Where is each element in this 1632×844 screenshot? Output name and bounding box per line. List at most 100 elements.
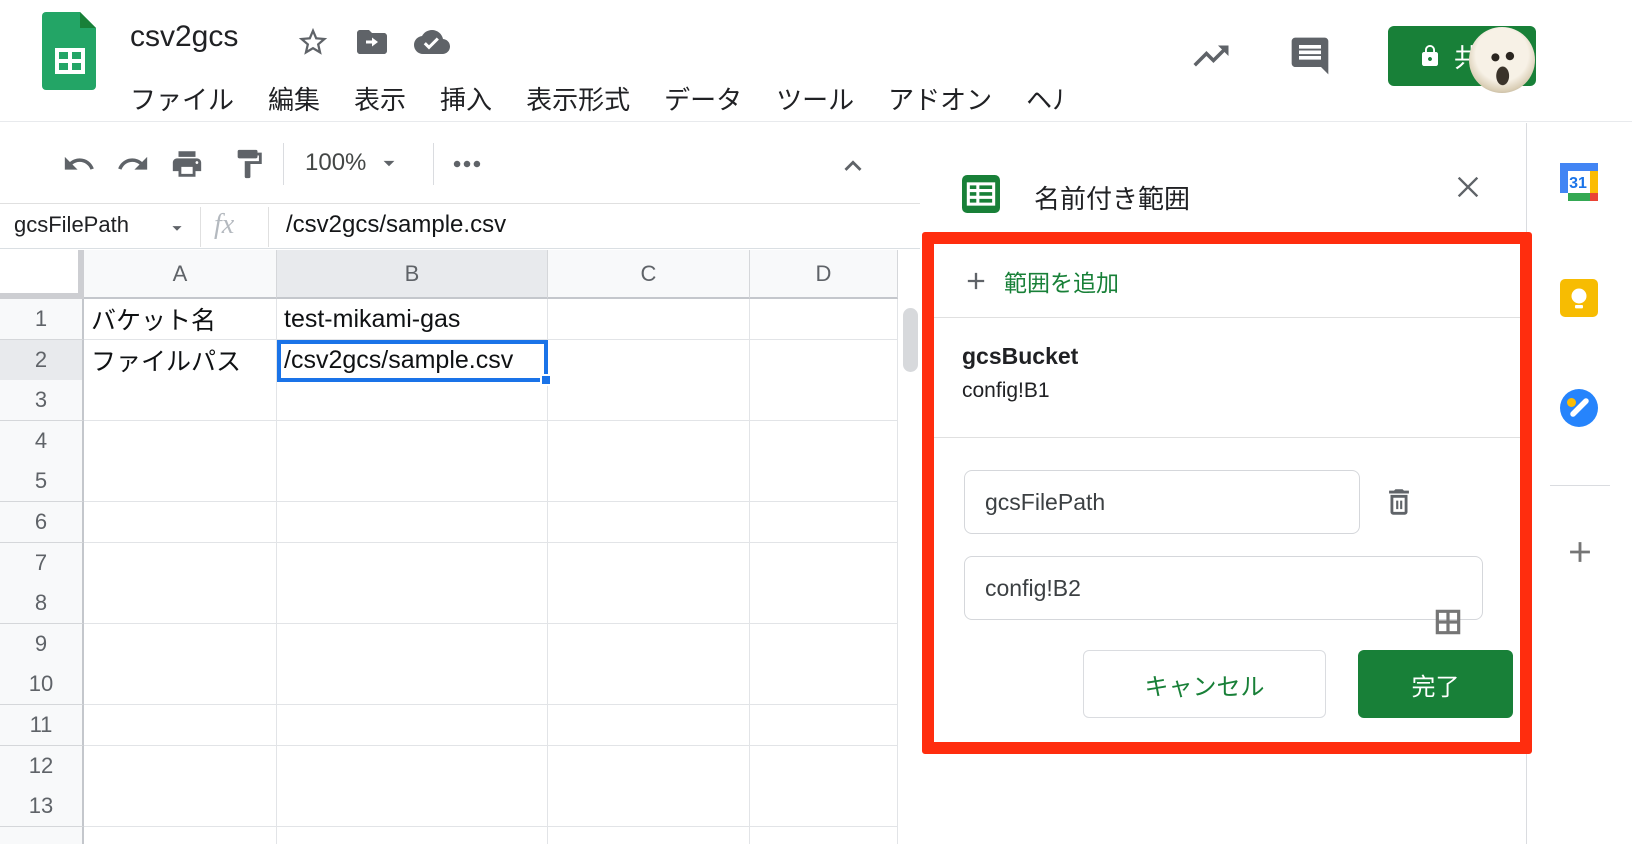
document-title[interactable]: csv2gcs [130, 20, 238, 54]
column-header-A[interactable]: A [84, 250, 277, 299]
cell-D11[interactable] [750, 705, 898, 746]
zoom-control[interactable]: 100% [305, 149, 402, 177]
cell-D5[interactable] [750, 461, 898, 502]
cell-C14[interactable] [548, 827, 750, 844]
cell-D7[interactable] [750, 543, 898, 584]
cell-C10[interactable] [548, 664, 750, 705]
cell-A11[interactable] [84, 705, 277, 746]
cell-D8[interactable] [750, 583, 898, 624]
cell-B5[interactable] [277, 461, 548, 502]
row-header-3[interactable]: 3 [0, 380, 84, 421]
range-name-input[interactable] [964, 470, 1360, 534]
range-reference-input[interactable] [964, 556, 1483, 620]
row-header-11[interactable]: 11 [0, 705, 84, 746]
dropdown-arrow-icon[interactable] [166, 217, 188, 239]
named-range-list-item[interactable]: gcsBucket config!B1 [934, 318, 1520, 438]
cell-A8[interactable] [84, 583, 277, 624]
tasks-icon[interactable] [1560, 389, 1598, 427]
cell-A14[interactable] [84, 827, 277, 844]
fill-handle[interactable] [540, 374, 552, 386]
cell-A4[interactable] [84, 421, 277, 462]
row-header-5[interactable]: 5 [0, 461, 84, 502]
comment-icon[interactable] [1288, 34, 1332, 78]
column-header-D[interactable]: D [750, 250, 898, 299]
cell-B14[interactable] [277, 827, 548, 844]
cell-D4[interactable] [750, 421, 898, 462]
cell-B1[interactable]: test-mikami-gas [277, 299, 548, 340]
cell-A2[interactable]: ファイルパス [84, 340, 277, 381]
add-addon-icon[interactable] [1563, 535, 1597, 569]
menu-item-1[interactable]: 編集 [251, 74, 337, 118]
menu-item-2[interactable]: 表示 [337, 74, 423, 118]
row-header-2[interactable]: 2 [0, 340, 84, 381]
name-box[interactable]: gcsFilePath [14, 212, 154, 238]
menu-item-7[interactable]: アドオン [871, 74, 1009, 118]
cell-A13[interactable] [84, 786, 277, 827]
cell-B11[interactable] [277, 705, 548, 746]
undo-icon[interactable] [62, 147, 96, 181]
row-header-8[interactable]: 8 [0, 583, 84, 624]
column-header-C[interactable]: C [548, 250, 750, 299]
calendar-icon[interactable]: 31 [1560, 163, 1598, 201]
row-header-12[interactable]: 12 [0, 746, 84, 787]
menu-item-6[interactable]: ツール [759, 74, 871, 118]
cell-C7[interactable] [548, 543, 750, 584]
row-header-1[interactable]: 1 [0, 299, 84, 340]
menu-item-4[interactable]: 表示形式 [509, 74, 647, 118]
cell-D6[interactable] [750, 502, 898, 543]
cell-A7[interactable] [84, 543, 277, 584]
row-header-13[interactable]: 13 [0, 786, 84, 827]
cell-B7[interactable] [277, 543, 548, 584]
star-icon[interactable] [296, 25, 330, 59]
cell-C2[interactable] [548, 340, 750, 381]
grid-select-icon[interactable] [1432, 606, 1464, 638]
avatar[interactable] [1469, 27, 1535, 93]
paint-format-icon[interactable] [232, 147, 266, 181]
cell-D12[interactable] [750, 746, 898, 787]
menu-item-5[interactable]: データ [647, 74, 759, 118]
cell-C11[interactable] [548, 705, 750, 746]
cell-C6[interactable] [548, 502, 750, 543]
cell-B3[interactable] [277, 380, 548, 421]
cell-D2[interactable] [750, 340, 898, 381]
select-all-corner[interactable] [0, 250, 84, 299]
cell-B13[interactable] [277, 786, 548, 827]
cell-A10[interactable] [84, 664, 277, 705]
row-header-7[interactable]: 7 [0, 543, 84, 584]
cell-A3[interactable] [84, 380, 277, 421]
cell-C9[interactable] [548, 624, 750, 665]
cell-D9[interactable] [750, 624, 898, 665]
cell-C12[interactable] [548, 746, 750, 787]
cell-B9[interactable] [277, 624, 548, 665]
cell-A6[interactable] [84, 502, 277, 543]
row-header-14[interactable] [0, 827, 84, 844]
cell-D14[interactable] [750, 827, 898, 844]
close-icon[interactable] [1452, 171, 1488, 207]
redo-icon[interactable] [116, 147, 150, 181]
more-icon[interactable] [450, 147, 484, 181]
cell-C8[interactable] [548, 583, 750, 624]
cell-C4[interactable] [548, 421, 750, 462]
trash-icon[interactable] [1382, 485, 1416, 519]
sheets-logo[interactable] [42, 12, 96, 90]
cell-A5[interactable] [84, 461, 277, 502]
move-folder-icon[interactable] [354, 24, 390, 60]
cell-C3[interactable] [548, 380, 750, 421]
cell-B12[interactable] [277, 746, 548, 787]
cell-B4[interactable] [277, 421, 548, 462]
vertical-scrollbar[interactable] [903, 308, 918, 372]
cell-B10[interactable] [277, 664, 548, 705]
cell-D1[interactable] [750, 299, 898, 340]
cell-C5[interactable] [548, 461, 750, 502]
print-icon[interactable] [170, 147, 204, 181]
cell-B2[interactable]: /csv2gcs/sample.csv [277, 340, 548, 381]
cell-D13[interactable] [750, 786, 898, 827]
trending-icon[interactable] [1190, 35, 1232, 77]
menu-item-8[interactable]: ヘルプ [1009, 74, 1063, 118]
done-button[interactable]: 完了 [1358, 650, 1513, 718]
cell-B6[interactable] [277, 502, 548, 543]
row-header-9[interactable]: 9 [0, 624, 84, 665]
cell-C1[interactable] [548, 299, 750, 340]
collapse-icon[interactable] [836, 149, 870, 183]
row-header-4[interactable]: 4 [0, 421, 84, 462]
